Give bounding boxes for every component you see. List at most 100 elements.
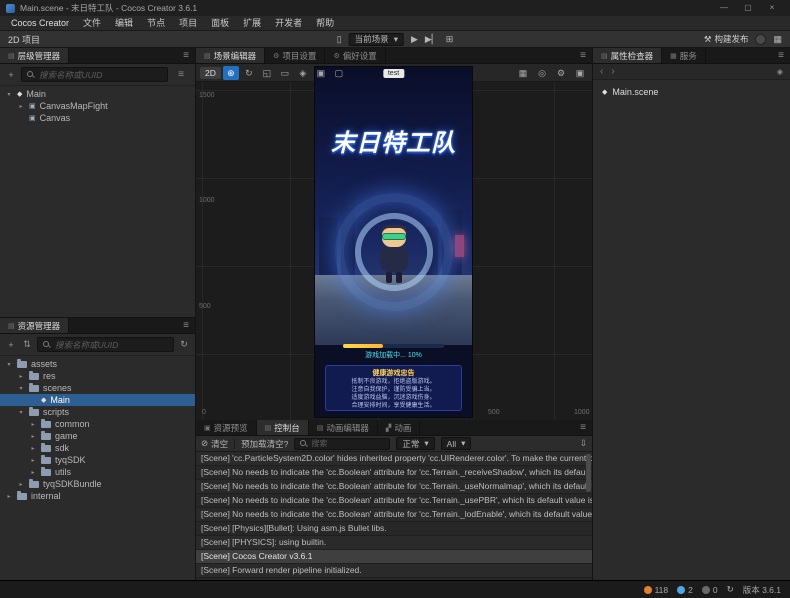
expand-arrow[interactable]: ▾ <box>5 361 13 368</box>
export-logs-icon[interactable]: ⇩ <box>580 438 587 449</box>
step-button[interactable]: ▶▏ <box>425 33 439 46</box>
scene-tab-2[interactable]: ⚙偏好设置 <box>325 48 385 63</box>
assets-tab[interactable]: ▤ 资源管理器 <box>0 318 69 333</box>
scene-select-dropdown[interactable]: 当前场景 ▾ <box>349 33 404 46</box>
console-search-input[interactable] <box>311 439 385 448</box>
open-editor-button[interactable]: ⊞ <box>446 33 454 46</box>
close-button[interactable]: × <box>760 0 784 16</box>
asset-node-utils[interactable]: ▸utils <box>0 466 195 478</box>
history-forward-icon[interactable]: › <box>611 65 614 79</box>
hierarchy-filter-icon[interactable]: ≡ <box>172 69 190 80</box>
expand-arrow[interactable]: ▸ <box>5 493 13 500</box>
apps-grid-icon[interactable]: ▦ <box>773 33 782 46</box>
console-scrollbar[interactable] <box>586 454 591 492</box>
hierarchy-node-Main[interactable]: ▾◆Main <box>0 88 195 100</box>
project-type-label[interactable]: 2D 项目 <box>8 33 40 46</box>
expand-arrow[interactable]: ▸ <box>17 481 25 488</box>
menu-item-2[interactable]: 编辑 <box>108 16 140 31</box>
assets-menu-icon[interactable]: ≡ <box>177 318 195 333</box>
minimize-button[interactable]: — <box>712 0 736 16</box>
build-publish-button[interactable]: ⚒ 构建发布 <box>704 33 749 45</box>
log-level-dropdown[interactable]: 正常 ▾ <box>396 437 434 450</box>
assets-search-input[interactable] <box>55 340 169 350</box>
asset-node-scripts[interactable]: ▾scripts <box>0 406 195 418</box>
menu-item-5[interactable]: 面板 <box>204 16 236 31</box>
expand-arrow[interactable]: ▸ <box>29 445 37 452</box>
menu-item-4[interactable]: 项目 <box>172 16 204 31</box>
sort-assets-icon[interactable]: ⇅ <box>21 339 33 350</box>
warning-badge[interactable]: 2 <box>677 585 693 595</box>
log-row[interactable]: [Scene] 'cc.ParticleSystem2D.color' hide… <box>196 452 592 466</box>
refresh-status-icon[interactable]: ↻ <box>727 583 734 596</box>
hierarchy-node-Canvas[interactable]: ▣Canvas <box>0 112 195 124</box>
menu-item-6[interactable]: 扩展 <box>236 16 268 31</box>
console-tab-1[interactable]: ▤控制台 <box>257 420 309 435</box>
user-avatar[interactable] <box>755 34 766 45</box>
menu-item-8[interactable]: 帮助 <box>309 16 341 31</box>
menu-item-1[interactable]: 文件 <box>76 16 108 31</box>
scale-tool[interactable]: ◱ <box>259 66 275 80</box>
rotate-tool[interactable]: ↻ <box>241 66 257 80</box>
scene-tab-0[interactable]: ▤场景编辑器 <box>196 48 265 63</box>
play-button[interactable]: ▶ <box>411 33 418 46</box>
panel-menu-icon[interactable]: ≡ <box>574 48 592 63</box>
console-tab-2[interactable]: ▤动画编辑器 <box>309 420 378 435</box>
create-asset-button[interactable]: + <box>5 340 17 350</box>
preload-clear-toggle[interactable]: 预加载清空? <box>241 438 288 450</box>
expand-arrow[interactable]: ▸ <box>29 421 37 428</box>
hierarchy-menu-icon[interactable]: ≡ <box>177 48 195 63</box>
asset-node-internal[interactable]: ▸internal <box>0 490 195 502</box>
panel-menu-icon[interactable]: ≡ <box>574 420 592 435</box>
message-badge[interactable]: 0 <box>702 585 718 595</box>
asset-node-Main[interactable]: ◆Main <box>0 394 195 406</box>
asset-node-common[interactable]: ▸common <box>0 418 195 430</box>
clear-console-button[interactable]: ⊘ 清空 <box>201 438 228 450</box>
asset-node-game[interactable]: ▸game <box>0 430 195 442</box>
expand-arrow[interactable]: ▸ <box>17 103 25 110</box>
pin-icon[interactable]: ◉ <box>777 68 783 76</box>
preview-device-icon[interactable]: ▯ <box>337 33 342 46</box>
maximize-button[interactable]: ▢ <box>736 0 760 16</box>
scene-viewport[interactable]: 2D ⊕↻◱▭◈▣▢ ▦◎⚙▣ test 末日特工队 <box>196 64 592 420</box>
grid-icon[interactable]: ▦ <box>515 66 531 80</box>
log-row[interactable]: [Scene] No needs to indicate the 'cc.Boo… <box>196 494 592 508</box>
coord-tool[interactable]: ▢ <box>331 66 347 80</box>
hierarchy-node-CanvasMapFight[interactable]: ▸▣CanvasMapFight <box>0 100 195 112</box>
pivot-tool[interactable]: ▣ <box>313 66 329 80</box>
error-badge[interactable]: 118 <box>644 585 669 595</box>
asset-node-scenes[interactable]: ▾scenes <box>0 382 195 394</box>
expand-arrow[interactable]: ▸ <box>17 373 25 380</box>
log-row[interactable]: [Scene] Forward render pipeline initiali… <box>196 564 592 578</box>
menu-item-7[interactable]: 开发者 <box>268 16 309 31</box>
expand-arrow[interactable]: ▸ <box>29 457 37 464</box>
log-row[interactable]: [Scene] No needs to indicate the 'cc.Boo… <box>196 508 592 522</box>
expand-arrow[interactable]: ▸ <box>29 469 37 476</box>
expand-arrow[interactable]: ▾ <box>17 385 25 392</box>
move-tool[interactable]: ⊕ <box>223 66 239 80</box>
refresh-assets-icon[interactable]: ↻ <box>178 339 190 350</box>
settings-icon[interactable]: ⚙ <box>553 66 569 80</box>
create-node-button[interactable]: + <box>5 70 17 80</box>
panel-menu-icon[interactable]: ≡ <box>772 48 790 63</box>
expand-arrow[interactable]: ▸ <box>29 433 37 440</box>
console-tab-3[interactable]: ▞动画 <box>378 420 420 435</box>
log-row[interactable]: [Scene] [Physics][Bullet]: Using asm.js … <box>196 522 592 536</box>
log-row[interactable]: [Scene] [PHYSICS]: using builtin. <box>196 536 592 550</box>
camera-icon[interactable]: ▣ <box>572 66 588 80</box>
mode-2d-button[interactable]: 2D <box>200 67 221 79</box>
expand-arrow[interactable]: ▾ <box>17 409 25 416</box>
log-row[interactable]: [Scene] Cocos Creator v3.6.1 <box>196 550 592 564</box>
inspector-scene-item[interactable]: ◆ Main.scene <box>593 84 790 100</box>
asset-node-sdk[interactable]: ▸sdk <box>0 442 195 454</box>
inspector-tab-0[interactable]: ▤属性检查器 <box>593 48 662 63</box>
asset-node-res[interactable]: ▸res <box>0 370 195 382</box>
hierarchy-tab[interactable]: ▤ 层级管理器 <box>0 48 69 63</box>
hierarchy-search-input[interactable] <box>39 70 163 80</box>
expand-arrow[interactable]: ▾ <box>5 91 13 98</box>
log-filter-dropdown[interactable]: All ▾ <box>441 437 472 450</box>
log-row[interactable]: [Scene] No needs to indicate the 'cc.Boo… <box>196 480 592 494</box>
rect-tool[interactable]: ▭ <box>277 66 293 80</box>
asset-node-tyqSDK[interactable]: ▸tyqSDK <box>0 454 195 466</box>
scene-tab-1[interactable]: ⚙项目设置 <box>265 48 325 63</box>
gizmo-icon[interactable]: ◎ <box>534 66 550 80</box>
